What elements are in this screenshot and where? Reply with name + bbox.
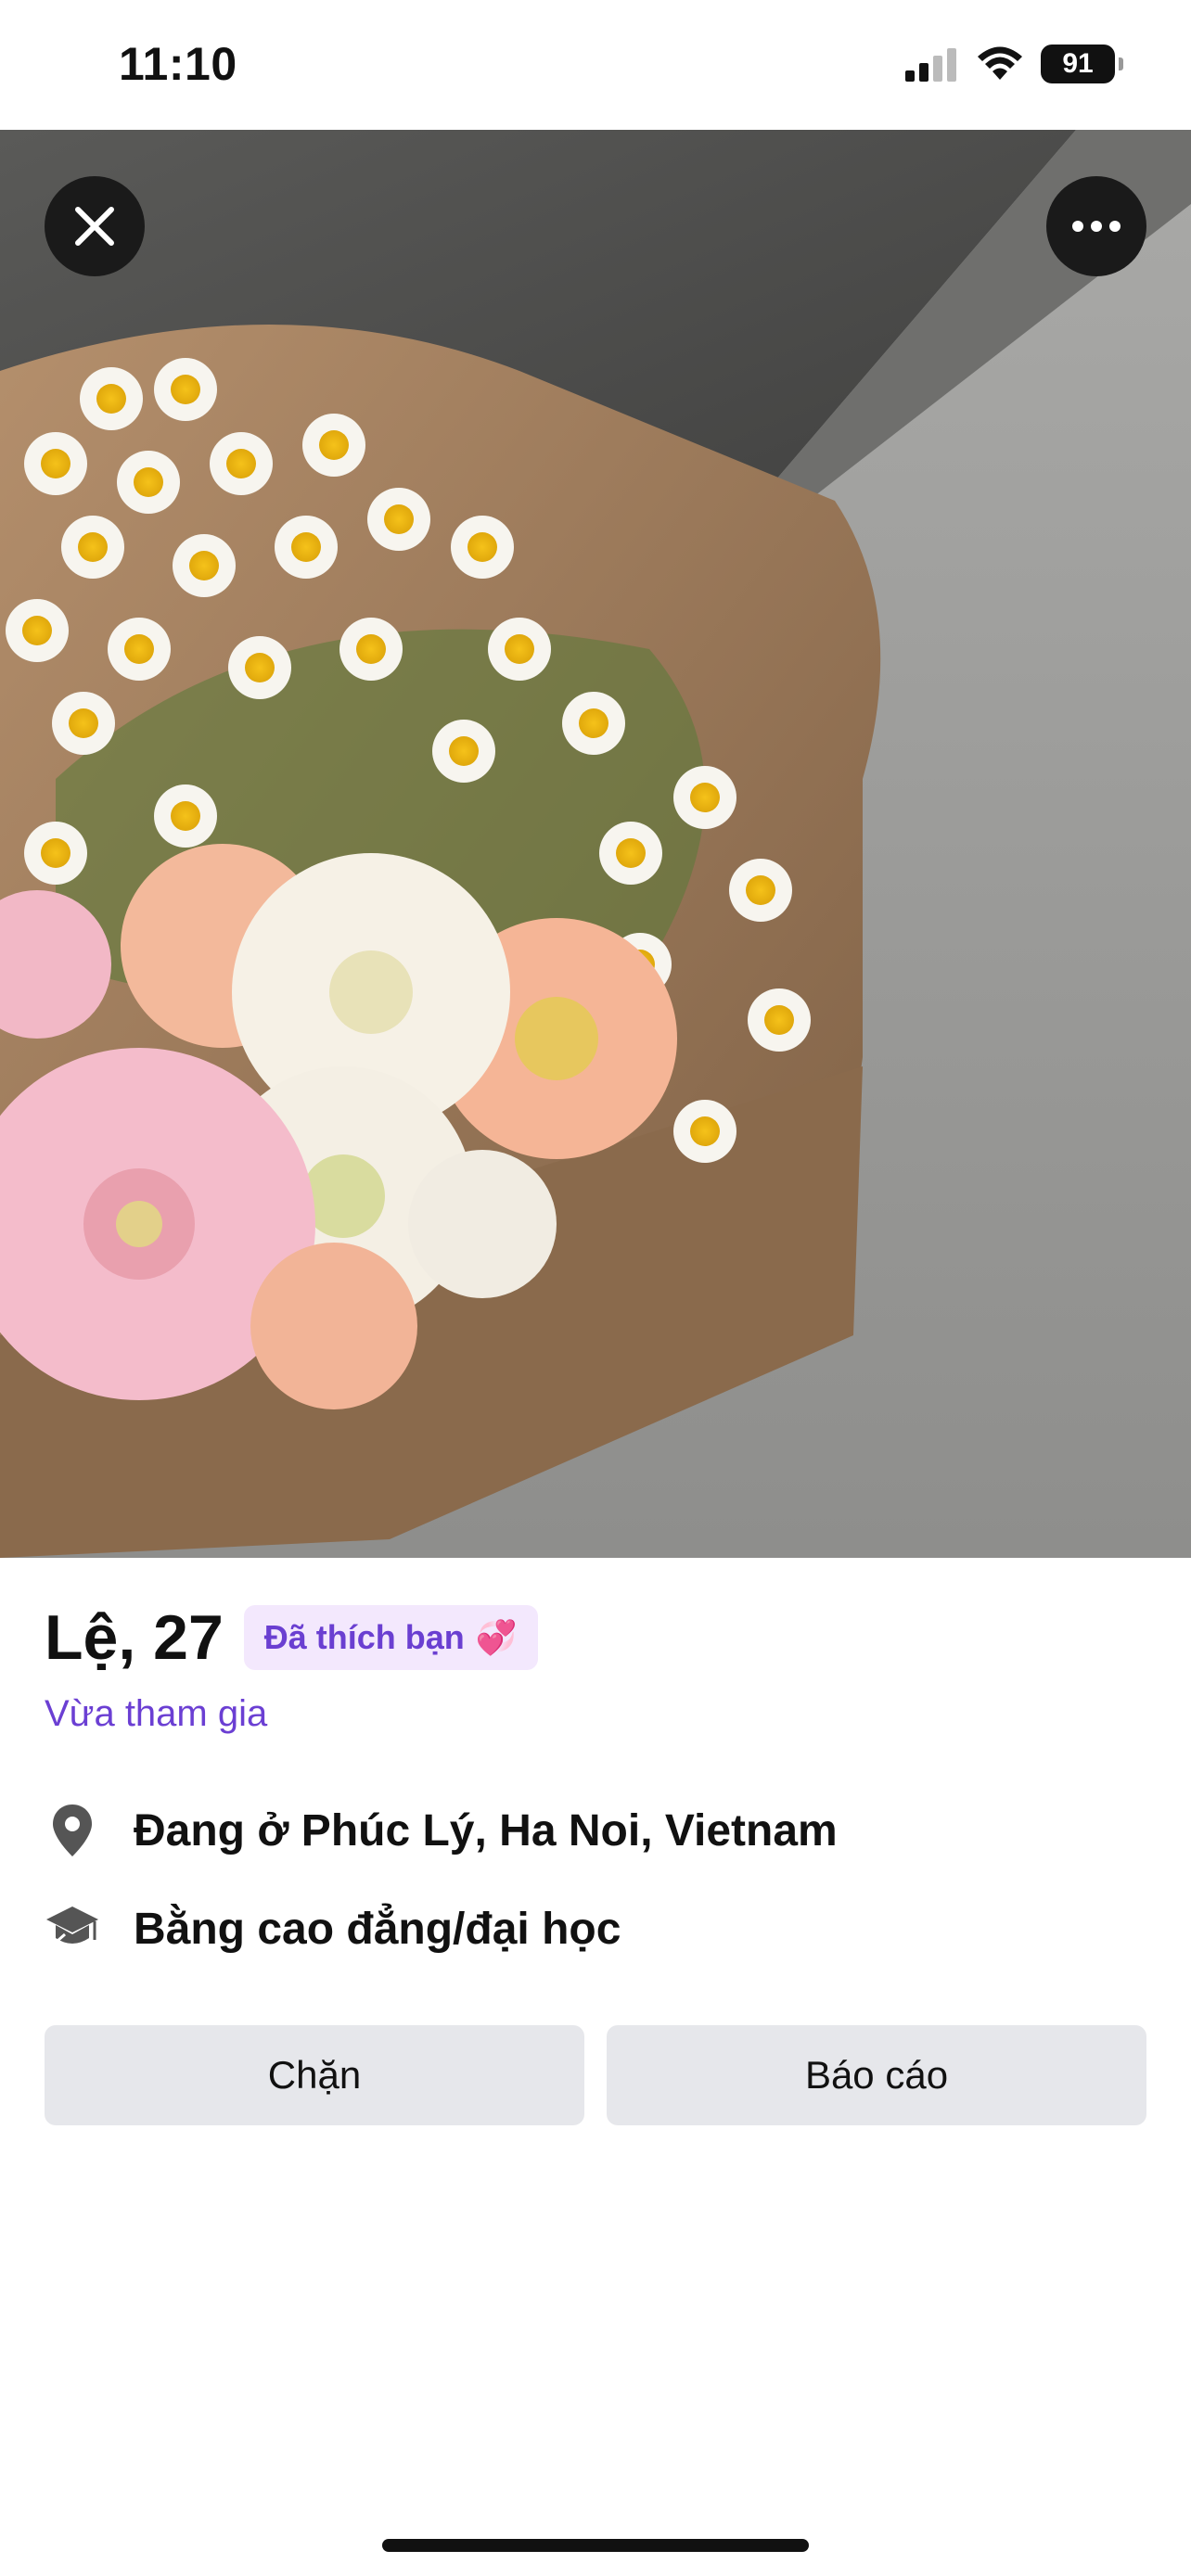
liked-badge-label: Đã thích bạn [263, 1618, 465, 1656]
report-button[interactable]: Báo cáo [607, 2025, 1146, 2125]
profile-header: Lệ, 27 Đã thích bạn 💞 Vừa tham gia [45, 1595, 1146, 1735]
close-icon [75, 207, 114, 246]
graduation-cap-icon [45, 1901, 100, 1957]
location-row: Đang ở Phúc Lý, Ha Noi, Vietnam [45, 1803, 838, 1858]
flower-bouquet-image [0, 130, 1191, 1558]
battery-indicator: 91 [1041, 45, 1123, 83]
battery-level: 91 [1062, 48, 1094, 79]
status-icons: 91 [903, 45, 1123, 83]
profile-name-age: Lệ, 27 [45, 1602, 224, 1673]
report-button-label: Báo cáo [804, 2053, 949, 2097]
more-options-button[interactable] [1046, 176, 1146, 276]
name-row: Lệ, 27 Đã thích bạn 💞 [45, 1595, 1146, 1680]
liked-you-badge: Đã thích bạn 💞 [243, 1605, 538, 1670]
location-text: Đang ở Phúc Lý, Ha Noi, Vietnam [134, 1805, 838, 1855]
location-pin-icon [45, 1803, 100, 1858]
home-indicator[interactable] [382, 2539, 809, 2552]
block-button[interactable]: Chặn [45, 2025, 584, 2125]
cellular-signal-icon [905, 48, 956, 82]
wifi-icon [978, 46, 1022, 80]
education-text: Bằng cao đẳng/đại học [134, 1904, 621, 1954]
close-button[interactable] [45, 176, 145, 276]
block-button-label: Chặn [267, 2053, 362, 2097]
hearts-emoji-icon: 💞 [475, 1618, 518, 1656]
profile-photo[interactable] [0, 130, 1191, 1558]
status-time: 11:10 [119, 38, 237, 90]
battery-tip [1119, 57, 1123, 70]
education-row: Bằng cao đẳng/đại học [45, 1901, 621, 1957]
status-bar: 11:10 91 [0, 0, 1191, 130]
joined-status: Vừa tham gia [45, 1693, 268, 1734]
more-icon [1072, 221, 1121, 232]
